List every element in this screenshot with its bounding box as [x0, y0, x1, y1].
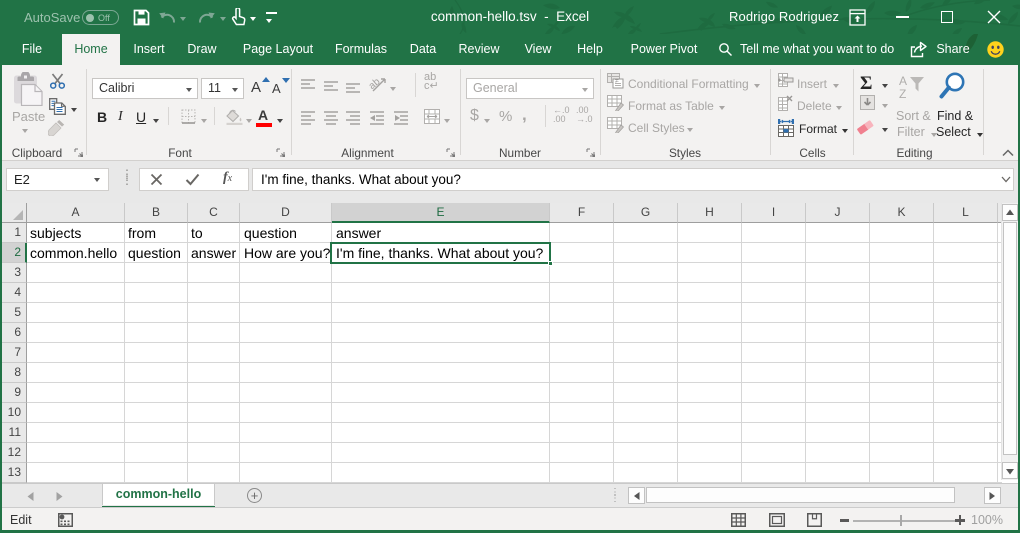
svg-text:ab: ab — [367, 77, 383, 92]
svg-text:Z: Z — [899, 87, 906, 100]
svg-text:≠: ≠ — [615, 78, 619, 85]
svg-text:A: A — [899, 74, 907, 88]
